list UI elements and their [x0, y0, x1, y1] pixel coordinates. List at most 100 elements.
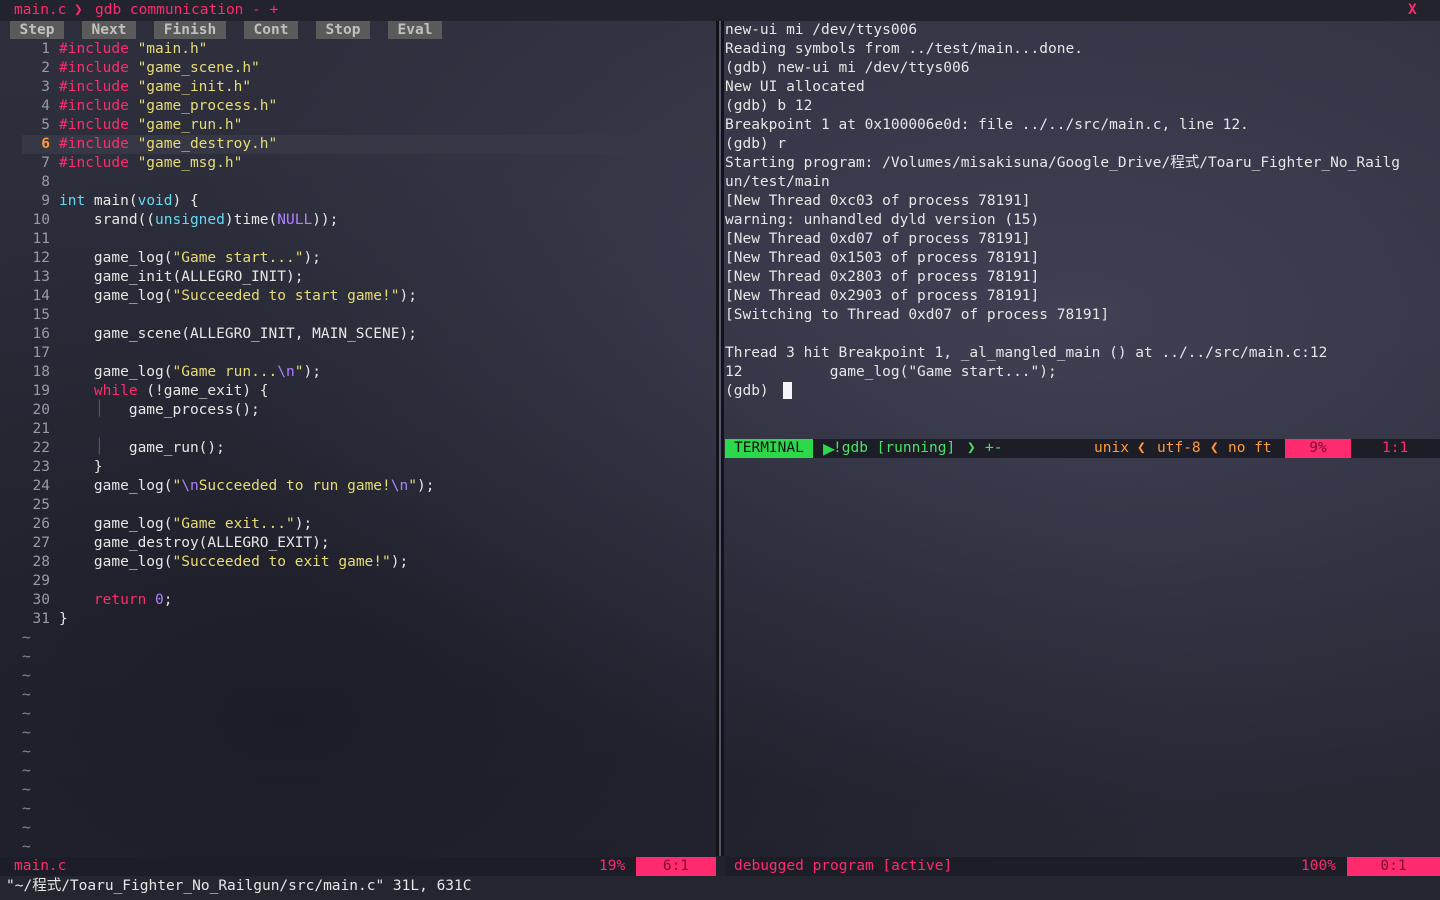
code-line[interactable]: #include "game_scene.h"	[59, 59, 260, 78]
code-token: game_process();	[59, 402, 260, 418]
terminal-output-line: (gdb) new-ui mi /dev/ttys006	[725, 60, 970, 76]
code-line[interactable]: #include "game_destroy.h"	[59, 135, 277, 154]
code-token: "game_scene.h"	[128, 60, 260, 76]
line-number: 3	[41, 79, 50, 95]
command-line-message: "~/程式/Toaru_Fighter_No_Railgun/src/main.…	[6, 878, 472, 894]
terminal-cursor-holder	[783, 382, 792, 401]
window-separator-line	[719, 21, 721, 856]
terminal-cursor	[783, 382, 792, 399]
source-editor-pane[interactable]: 1 #include "main.h" 2 #include "game_scene.…	[0, 40, 716, 856]
code-token: game_log(	[59, 478, 173, 494]
code-line[interactable]: srand((unsigned)time(NULL));	[59, 211, 338, 230]
code-token: #include	[59, 155, 129, 171]
code-line[interactable]: game_run();	[59, 439, 225, 458]
terminal-output-line: New UI allocated	[725, 79, 865, 95]
code-token: #include	[59, 60, 129, 76]
close-tab-button[interactable]: X	[1408, 1, 1417, 20]
code-token: game_log(	[59, 516, 173, 532]
code-token: "Succeeded to exit game!"	[172, 554, 391, 570]
file-encoding: utf-8	[1157, 440, 1201, 456]
terminal-output-line: Starting program: /Volumes/misakisuna/Go…	[725, 155, 1401, 171]
code-line[interactable]: game_scene(ALLEGRO_INIT, MAIN_SCENE);	[59, 325, 417, 344]
code-line[interactable]: game_destroy(ALLEGRO_EXIT);	[59, 534, 330, 553]
code-token: "Game run...	[172, 364, 278, 380]
code-token: );	[390, 554, 409, 570]
eval-button[interactable]: Eval	[388, 21, 442, 39]
empty-line-tilde: ~	[22, 763, 31, 779]
chevron-left-icon: ❮	[1137, 440, 1146, 456]
code-token: #include	[59, 98, 129, 114]
stop-button[interactable]: Stop	[316, 21, 370, 39]
code-line[interactable]: game_log("\nSucceeded to run game!\n");	[59, 477, 435, 496]
line-number: 21	[32, 421, 50, 437]
empty-line-tilde: ~	[22, 649, 31, 665]
code-line[interactable]: }	[59, 610, 68, 629]
line-number: 17	[32, 345, 50, 361]
terminal-output-line: [New Thread 0xc03 of process 78191]	[725, 193, 1031, 209]
code-line[interactable]: game_log("Game exit...");	[59, 515, 312, 534]
line-number: 15	[32, 307, 50, 323]
code-line[interactable]: #include "main.h"	[59, 40, 207, 59]
indent-guide: │	[95, 401, 104, 417]
tab-gdb-communication[interactable]: gdb communication - +	[95, 1, 278, 20]
terminal-statusline: TERMINAL ▶ !gdb [running] ❯ +- unix ❮ ut…	[725, 438, 1440, 458]
code-token: #include	[59, 41, 129, 57]
code-token: "main.h"	[128, 41, 208, 57]
line-number: 31	[32, 611, 50, 627]
status-filename: main.c	[14, 858, 67, 874]
code-line[interactable]: #include "game_init.h"	[59, 78, 251, 97]
code-token: (!game_exit) {	[137, 383, 269, 399]
step-button[interactable]: Step	[10, 21, 64, 39]
code-line[interactable]: game_log("Succeeded to exit game!");	[59, 553, 408, 572]
command-line[interactable]: "~/程式/Toaru_Fighter_No_Railgun/src/main.…	[0, 876, 1440, 900]
line-number: 25	[32, 497, 50, 513]
code-token: 0	[155, 592, 164, 608]
code-token: game_destroy(ALLEGRO_EXIT);	[59, 535, 330, 551]
code-line[interactable]: #include "game_process.h"	[59, 97, 277, 116]
line-number: 2	[41, 60, 50, 76]
code-line[interactable]: #include "game_msg.h"	[59, 154, 242, 173]
code-token: int	[59, 193, 86, 209]
empty-line-tilde: ~	[22, 706, 31, 722]
code-line[interactable]: game_log("Game run...\n");	[59, 363, 321, 382]
code-line[interactable]: game_log("Game start...");	[59, 249, 321, 268]
tab-main-c[interactable]: main.c	[14, 1, 66, 20]
code-token: );	[303, 364, 321, 380]
code-token: "Game exit..."	[172, 516, 295, 532]
code-token: #include	[59, 136, 129, 152]
code-line[interactable]: game_init(ALLEGRO_INIT);	[59, 268, 304, 287]
scroll-percent: 19%	[599, 858, 626, 874]
empty-line-tilde: ~	[22, 820, 31, 836]
code-line[interactable]: game_log("Succeeded to start game!");	[59, 287, 417, 306]
code-line[interactable]: #include "game_run.h"	[59, 116, 242, 135]
terminal-output-line: new-ui mi /dev/ttys006	[725, 22, 918, 38]
code-line[interactable]: }	[59, 458, 103, 477]
scroll-percent: 100%	[1301, 858, 1336, 874]
modified-flag: +-	[985, 440, 1003, 456]
code-token: game_log(	[59, 364, 173, 380]
terminal-output-line: [New Thread 0x2903 of process 78191]	[725, 288, 1040, 304]
line-number: 19	[32, 383, 50, 399]
code-token: game_log(	[59, 554, 173, 570]
code-line[interactable]: game_process();	[59, 401, 260, 420]
file-type: no ft	[1228, 440, 1272, 456]
terminal-output-line: [New Thread 0x1503 of process 78191]	[725, 250, 1040, 266]
line-number: 24	[32, 478, 50, 494]
terminal-output-line: Reading symbols from ../test/main...done…	[725, 41, 1083, 57]
terminal-output-line: warning: unhandled dyld version (15)	[725, 212, 1040, 228]
code-line[interactable]: int main(void) {	[59, 192, 199, 211]
cont-button[interactable]: Cont	[244, 21, 298, 39]
code-line[interactable]: return 0;	[59, 591, 173, 610]
code-line[interactable]: while (!game_exit) {	[59, 382, 269, 401]
finish-button[interactable]: Finish	[154, 21, 226, 39]
code-token: void	[137, 193, 173, 209]
line-number: 12	[32, 250, 50, 266]
program-name: debugged program [active]	[734, 858, 953, 874]
code-token: game_log(	[59, 250, 173, 266]
line-number: 27	[32, 535, 50, 551]
code-token: return	[59, 592, 147, 608]
code-token: #include	[59, 79, 129, 95]
line-number: 22	[32, 440, 50, 456]
next-button[interactable]: Next	[82, 21, 136, 39]
